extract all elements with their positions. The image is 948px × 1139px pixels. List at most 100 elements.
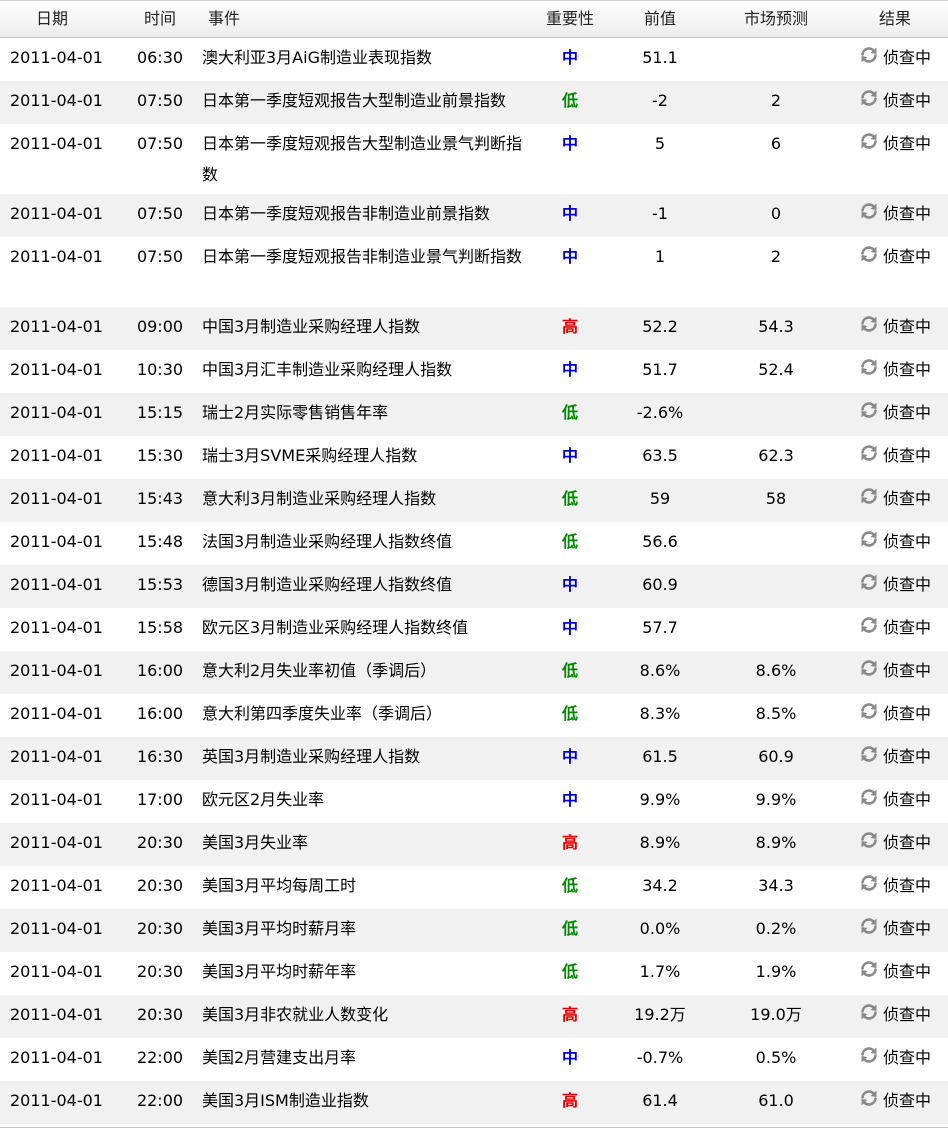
row-result[interactable]: 侦查中	[842, 188, 948, 229]
row-time: 16:30	[136, 747, 184, 766]
row-date: 2011-04-01	[10, 317, 103, 336]
row-date: 2011-04-01	[10, 747, 103, 766]
row-result[interactable]: 侦查中	[842, 688, 948, 729]
row-result[interactable]: 侦查中	[842, 1075, 948, 1116]
importance-label: 低	[561, 489, 578, 508]
refresh-icon[interactable]	[859, 444, 879, 462]
result-status: 侦查中	[882, 747, 931, 766]
row-forecast	[710, 387, 842, 397]
refresh-icon[interactable]	[859, 831, 879, 849]
row-date: 2011-04-01	[10, 1048, 103, 1067]
row-event: 瑞士3月SVME采购经理人指数	[202, 446, 418, 465]
importance-label: 高	[561, 1091, 578, 1110]
row-time: 20:30	[136, 962, 184, 981]
refresh-icon[interactable]	[859, 788, 879, 806]
refresh-icon[interactable]	[859, 401, 879, 419]
economic-calendar-table: 日期 时间 事件 重要性 前值 市场预测 结果 2011-04-01 06:30 澳…	[0, 0, 948, 1124]
row-forecast: 60.9	[758, 747, 794, 766]
refresh-icon[interactable]	[859, 874, 879, 892]
row-date: 2011-04-01	[10, 1005, 103, 1024]
row-result[interactable]: 侦查中	[842, 559, 948, 600]
row-event: 法国3月制造业采购经理人指数终值	[202, 532, 453, 551]
row-result[interactable]: 侦查中	[842, 645, 948, 686]
row-result[interactable]: 侦查中	[842, 231, 948, 272]
row-time: 15:48	[136, 532, 184, 551]
refresh-icon[interactable]	[859, 745, 879, 763]
row-time: 09:00	[136, 317, 184, 336]
importance-label: 低	[561, 532, 578, 551]
importance-label: 低	[561, 876, 578, 895]
importance-badge: 中	[530, 430, 610, 471]
refresh-icon[interactable]	[859, 702, 879, 720]
result-status: 侦查中	[882, 790, 931, 809]
row-result[interactable]: 侦查中	[842, 75, 948, 116]
refresh-icon[interactable]	[859, 960, 879, 978]
refresh-icon[interactable]	[859, 132, 879, 150]
row-result[interactable]: 侦查中	[842, 860, 948, 901]
importance-label: 中	[561, 204, 578, 223]
row-previous: 8.9%	[639, 833, 681, 852]
refresh-icon[interactable]	[859, 530, 879, 548]
importance-badge: 中	[530, 118, 610, 159]
refresh-icon[interactable]	[859, 1046, 879, 1064]
importance-label: 中	[561, 575, 578, 594]
importance-badge: 中	[530, 731, 610, 772]
refresh-icon[interactable]	[859, 917, 879, 935]
row-date: 2011-04-01	[10, 618, 103, 637]
result-status: 侦查中	[882, 575, 931, 594]
refresh-icon[interactable]	[859, 487, 879, 505]
row-result[interactable]: 侦查中	[842, 903, 948, 944]
refresh-icon[interactable]	[859, 616, 879, 634]
refresh-icon[interactable]	[859, 315, 879, 333]
importance-badge: 中	[530, 32, 610, 73]
row-previous: 1.7%	[639, 962, 681, 981]
row-time: 15:43	[136, 489, 184, 508]
row-date: 2011-04-01	[10, 48, 103, 67]
row-result[interactable]: 侦查中	[842, 473, 948, 514]
refresh-icon[interactable]	[859, 89, 879, 107]
row-event: 美国3月失业率	[202, 833, 309, 852]
row-result[interactable]: 侦查中	[842, 946, 948, 987]
refresh-icon[interactable]	[859, 202, 879, 220]
row-result[interactable]: 侦查中	[842, 344, 948, 385]
refresh-icon[interactable]	[859, 245, 879, 263]
row-result[interactable]: 侦查中	[842, 118, 948, 159]
refresh-icon[interactable]	[859, 1003, 879, 1021]
row-result[interactable]: 侦查中	[842, 32, 948, 73]
row-result[interactable]: 侦查中	[842, 430, 948, 471]
row-result[interactable]: 侦查中	[842, 387, 948, 428]
row-result[interactable]: 侦查中	[842, 989, 948, 1030]
refresh-icon[interactable]	[859, 659, 879, 677]
row-forecast	[710, 516, 842, 526]
row-date: 2011-04-01	[10, 833, 103, 852]
importance-label: 高	[561, 317, 578, 336]
row-result[interactable]: 侦查中	[842, 301, 948, 342]
row-result[interactable]: 侦查中	[842, 731, 948, 772]
row-forecast: 58	[765, 489, 787, 508]
importance-badge: 中	[530, 344, 610, 385]
row-result[interactable]: 侦查中	[842, 817, 948, 858]
row-result[interactable]: 侦查中	[842, 1032, 948, 1073]
refresh-icon[interactable]	[859, 358, 879, 376]
importance-badge: 中	[530, 774, 610, 815]
row-previous: 51.7	[642, 360, 678, 379]
importance-badge: 低	[530, 473, 610, 514]
row-previous: 19.2万	[634, 1005, 686, 1024]
result-status: 侦查中	[882, 1091, 931, 1110]
row-result[interactable]: 侦查中	[842, 602, 948, 643]
row-time: 20:30	[136, 876, 184, 895]
result-status: 侦查中	[882, 247, 931, 266]
row-previous: 51.1	[642, 48, 678, 67]
importance-badge: 高	[530, 989, 610, 1030]
row-result[interactable]: 侦查中	[842, 516, 948, 557]
importance-badge: 低	[530, 75, 610, 116]
row-previous: 56.6	[642, 532, 678, 551]
refresh-icon[interactable]	[859, 1089, 879, 1107]
row-time: 22:00	[136, 1048, 184, 1067]
row-result[interactable]: 侦查中	[842, 774, 948, 815]
row-forecast: 52.4	[758, 360, 794, 379]
refresh-icon[interactable]	[859, 573, 879, 591]
refresh-icon[interactable]	[859, 46, 879, 64]
importance-badge: 低	[530, 688, 610, 729]
row-time: 20:30	[136, 919, 184, 938]
